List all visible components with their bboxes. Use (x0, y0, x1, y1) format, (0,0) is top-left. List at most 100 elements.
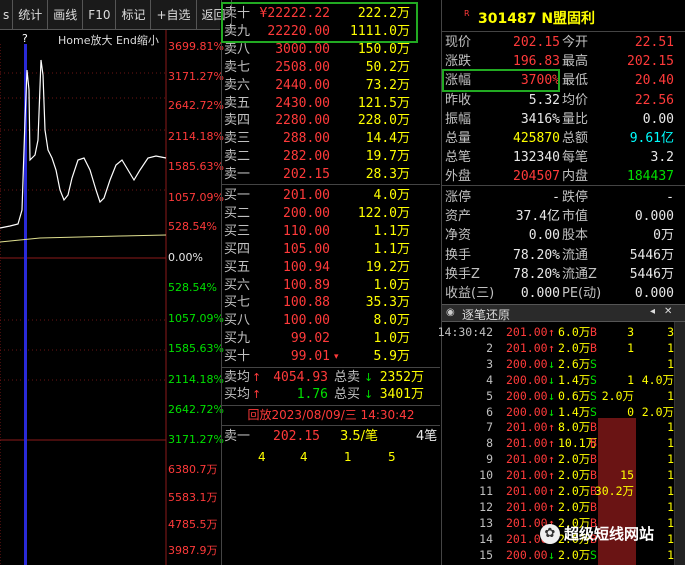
tick-d: B (590, 499, 597, 514)
tick-t: 7 (486, 420, 493, 435)
quote-row: 昨收 5.32 均价 22.56 (442, 91, 685, 110)
bid-level-2[interactable]: 买二 200.00 122.0万 (222, 205, 440, 223)
ask-level-7[interactable]: 卖四 2280.00 228.0万 (222, 112, 440, 130)
bid-level-9[interactable]: 买九 99.02 1.0万 (222, 330, 440, 348)
bid-level-label: 买七 (224, 295, 251, 311)
bid-level-label: 买六 (224, 277, 251, 293)
bid-level-10[interactable]: 买十 99.01 5.9万 ▾ (222, 348, 440, 366)
tick-d: B (590, 436, 597, 451)
tick-row[interactable]: 8 201.00 10.1万 B 1 ↑ (442, 435, 685, 451)
ask-level-volume: 121.5万 (357, 95, 410, 111)
toolbar-add-watchlist[interactable]: +自选 (151, 0, 197, 30)
tick-p: 200.00 (506, 404, 548, 419)
sell-one-queue: 4 4 1 5 (222, 448, 440, 466)
sell-one-count: 4笔 (416, 429, 438, 444)
tick-row[interactable]: 9 201.00 2.0万 B 1 ↑ (442, 451, 685, 467)
tick-row[interactable]: 7 201.00 8.0万 B 1 ↑ (442, 419, 685, 435)
stock-code-name[interactable]: 301487 N盟固利 (478, 8, 595, 28)
bid-level-6[interactable]: 买六 100.89 1.0万 (222, 277, 440, 295)
ask-level-5[interactable]: 卖六 2440.00 73.2万 (222, 77, 440, 95)
quote-v2: 22.51 (634, 35, 674, 50)
tick-t: 2 (486, 340, 493, 355)
bid-level-3[interactable]: 买三 110.00 1.1万 (222, 223, 440, 241)
ask-level-10[interactable]: 卖一 202.15 28.3万 (222, 166, 440, 184)
bid-level-1[interactable]: 买一 201.00 4.0万 (222, 187, 440, 205)
bid-down-arrow-icon: ▾ (334, 352, 339, 363)
bid-level-price: 200.00 (283, 205, 330, 221)
bid-level-4[interactable]: 买四 105.00 1.1万 (222, 241, 440, 259)
ask-level-8[interactable]: 卖三 288.00 14.4万 (222, 130, 440, 148)
bid-level-5[interactable]: 买五 100.94 19.2万 (222, 259, 440, 277)
ask-total-down-arrow: ↓ (364, 371, 374, 384)
tick-p: 201.00 (506, 468, 548, 483)
tick-close-icon[interactable]: ✕ (664, 306, 672, 317)
tick-scrollbar[interactable] (674, 322, 685, 565)
bid-level-8[interactable]: 买八 100.00 8.0万 (222, 312, 440, 330)
queue-item: 1 (344, 450, 352, 464)
quote-v2: 0万 (653, 228, 674, 244)
tick-row[interactable]: 6 200.00 1.4万 S 0 2.0万 ↓ (442, 404, 685, 420)
ask-level-label: 卖五 (224, 95, 251, 111)
tick-row[interactable]: 3 200.00 2.6万 S 1 ↓ (442, 356, 685, 372)
ask-level-6[interactable]: 卖五 2430.00 121.5万 (222, 95, 440, 113)
tick-o2: 1 (667, 420, 674, 435)
axis-pct-zero: 0.00% (168, 251, 203, 264)
toolbar-stats[interactable]: 统计 (13, 0, 49, 30)
quote-row: 收益(三) 0.000 PE(动) 0.000 (442, 284, 685, 303)
tick-t: 5 (486, 388, 493, 403)
ask-avg-value: 4054.93 (273, 370, 328, 385)
quote-v1: 78.20% (513, 266, 560, 282)
ask-level-9[interactable]: 卖二 282.00 19.7万 (222, 148, 440, 166)
tick-p: 201.00 (506, 340, 548, 355)
tick-row[interactable]: 15 200.00 2.0万 S 1 ↓ (442, 547, 685, 563)
tick-row[interactable]: 10 201.00 2.0万 B 15 1 ↑ (442, 467, 685, 483)
tick-v: 8.0万 (558, 420, 591, 435)
toolbar-f10[interactable]: F10 (83, 0, 117, 30)
tick-p: 201.00 (506, 499, 548, 514)
toolbar-s[interactable]: s (0, 0, 14, 30)
ask-level-3[interactable]: 卖八 3000.00 150.0万 (222, 41, 440, 59)
tick-row[interactable]: 5 200.00 0.6万 S 2.0万 1 ↓ (442, 388, 685, 404)
quote-v2: 0.000 (634, 286, 674, 301)
tick-p: 200.00 (506, 356, 548, 371)
book-divider-4 (222, 425, 440, 426)
sell-one-summary: 卖一 202.15 3.5/笔 4笔 (222, 428, 440, 446)
tick-v: 0.6万 (558, 388, 591, 403)
quote-l2: 最低 (562, 73, 589, 89)
tick-row[interactable]: 2 201.00 2.0万 B 1 1 ↑ (442, 340, 685, 356)
quote-panel: R 301487 N盟固利 现价 202.15 今开 22.51 涨跌 196.83 最高 2… (438, 0, 685, 565)
tick-down-arrow-icon: ↓ (548, 356, 555, 371)
quote-row: 总量 425870 总额 9.61亿 (442, 129, 685, 148)
ask-avg-up-arrow: ↑ (252, 371, 262, 384)
sell-one-label: 卖一 (224, 429, 251, 444)
quote-l2: 均价 (562, 92, 589, 108)
tick-row[interactable]: 4 200.00 1.4万 S 1 4.0万 ↓ (442, 372, 685, 388)
tick-down-arrow-icon: ↓ (548, 547, 555, 562)
ask-level-price: 3000.00 (275, 41, 330, 57)
tick-row[interactable]: 11 201.00 2.0万 B 30.2万 1 ↑ (442, 483, 685, 499)
tick-d: B (590, 420, 597, 435)
bid-level-7[interactable]: 买七 100.88 35.3万 (222, 294, 440, 312)
bid-level-volume: 1.0万 (373, 331, 410, 347)
toolbar-draw[interactable]: 画线 (48, 0, 84, 30)
bid-level-label: 买八 (224, 313, 251, 329)
r-badge: R (464, 9, 470, 18)
bid-level-label: 买四 (224, 241, 251, 257)
tick-row[interactable]: 12 201.00 2.0万 B 1 ↑ (442, 499, 685, 515)
intraday-chart[interactable]: ? Home放大 End缩小 3699.81% 3171.27% 2642.72… (0, 30, 224, 565)
tick-menu-icon[interactable]: ◂ (650, 306, 655, 317)
quote-l2: 每笔 (562, 150, 589, 166)
chart-help-mark[interactable]: ? (22, 32, 28, 45)
bid-level-price: 99.01 (290, 349, 330, 365)
quote-v2: 5446万 (629, 266, 674, 282)
replay-time[interactable]: 回放2023/08/09/三 14:30:42 (222, 406, 440, 424)
quote-v2: 5446万 (629, 247, 674, 263)
bid-level-label: 买九 (224, 331, 251, 347)
ask-level-4[interactable]: 卖七 2508.00 50.2万 (222, 59, 440, 77)
watermark-text: 超级短线网站 (564, 525, 655, 543)
toolbar-mark[interactable]: 标记 (116, 0, 152, 30)
quote-v1: 0.00 (528, 228, 560, 244)
tick-expand-icon[interactable]: ◉ (446, 307, 455, 318)
tick-row[interactable]: 14:30:42 201.00 6.0万 B 3 3 ↑ (438, 324, 685, 340)
quote-v2: 20.40 (634, 73, 674, 89)
